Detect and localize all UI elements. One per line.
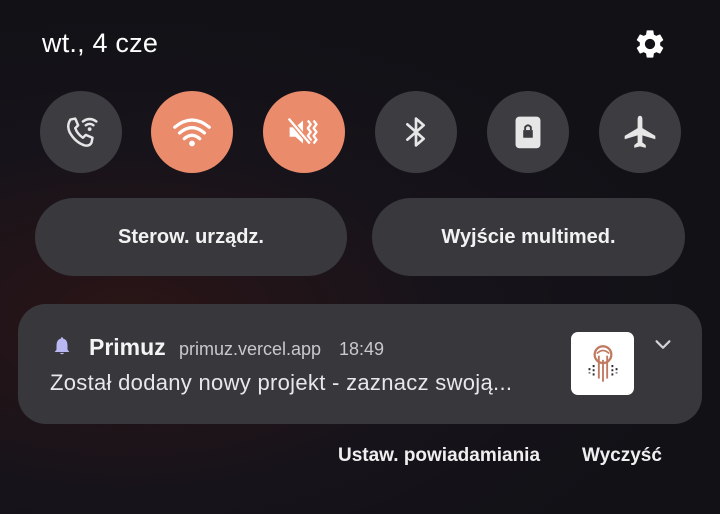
bell-icon [54, 337, 70, 355]
portrait-lock-icon [515, 116, 541, 149]
notification-card[interactable]: Primuz primuz.vercel.app 18:49 Został do… [18, 304, 702, 424]
device-control-label: Sterow. urządz. [118, 225, 264, 248]
notification-thumbnail [571, 332, 634, 395]
wifi-calling-toggle[interactable] [40, 91, 122, 173]
bluetooth-toggle[interactable] [375, 91, 457, 173]
portrait-lock-toggle[interactable] [487, 91, 569, 173]
sound-toggle[interactable] [263, 91, 345, 173]
wifi-calling-icon [67, 117, 98, 147]
notification-text: Został dodany nowy projekt - zaznacz swo… [50, 370, 513, 395]
notification-app-name: Primuz [89, 334, 166, 360]
airplane-icon [624, 115, 656, 148]
device-control-button[interactable]: Sterow. urządz. [35, 198, 347, 276]
quick-settings-row [40, 91, 681, 173]
notification-time: 18:49 [339, 339, 385, 359]
primuz-logo-icon [588, 344, 617, 382]
bluetooth-icon [406, 117, 426, 147]
sound-vibrate-icon [286, 117, 318, 146]
gear-icon [636, 30, 664, 58]
notification-settings-button[interactable]: Ustaw. powiadamiania [338, 445, 540, 467]
notification-source: primuz.vercel.app [179, 339, 322, 359]
media-output-label: Wyjście multimed. [441, 225, 616, 248]
wifi-icon [173, 118, 211, 147]
airplane-mode-toggle[interactable] [599, 91, 681, 173]
settings-button[interactable] [633, 27, 667, 61]
clear-notifications-button[interactable]: Wyczyść [582, 445, 662, 467]
media-output-button[interactable]: Wyjście multimed. [372, 198, 685, 276]
date-label: wt., 4 cze [42, 28, 159, 58]
chevron-down-icon[interactable] [652, 334, 674, 356]
wifi-toggle[interactable] [151, 91, 233, 173]
